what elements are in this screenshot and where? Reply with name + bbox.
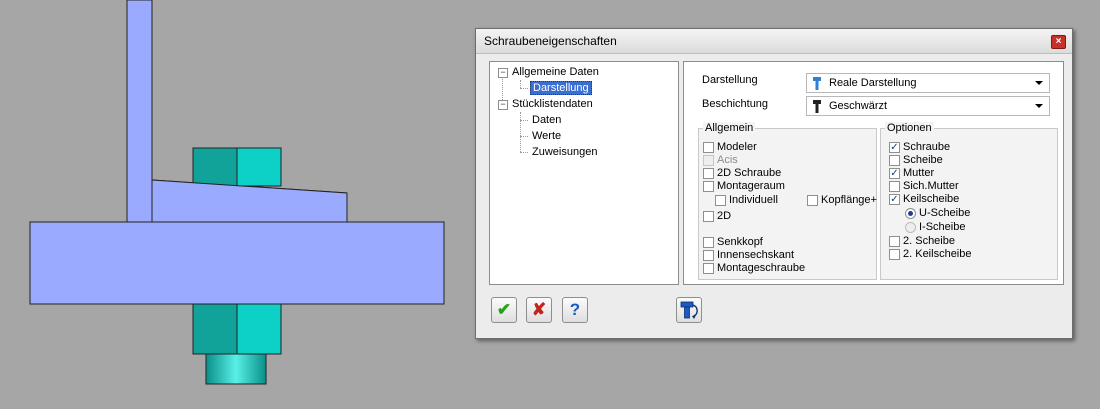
checkbox-box: [889, 249, 900, 260]
checkbox-box: [703, 237, 714, 248]
checkbox-label: Sich.Mutter: [903, 180, 959, 192]
bolt-blue-icon: [813, 77, 821, 90]
tree-item-label: Allgemeine Daten: [512, 66, 599, 78]
checkbox-checked: ✓: [889, 168, 900, 179]
optionen-group: Optionen ✓ Schraube Scheibe ✓ Mutter Sic…: [880, 122, 1058, 280]
tree-item-werte[interactable]: Werte: [532, 129, 561, 143]
lower-nut-right: [236, 303, 282, 355]
beschichtung-label: Beschichtung: [702, 98, 769, 110]
checkbox-label: Kopflänge+: [821, 194, 877, 206]
cad-drawing: [29, 0, 445, 385]
close-button[interactable]: ×: [1051, 35, 1066, 49]
tree-item-label: Darstellung: [530, 81, 592, 95]
cancel-button[interactable]: ✘: [526, 297, 552, 323]
tree-line: [520, 112, 521, 152]
tree-line: [520, 120, 528, 121]
help-icon: ?: [569, 300, 581, 319]
chevron-down-icon: [1035, 104, 1043, 108]
dialog-title: Schraubeneigenschaften: [484, 34, 617, 48]
chevron-down-icon: [1035, 81, 1043, 85]
base-plate: [29, 221, 445, 305]
checkmark-icon: ✔: [496, 300, 512, 319]
checkbox-label: 2D Schraube: [717, 167, 782, 179]
upper-nut-left: [192, 147, 238, 187]
checkbox-box: [703, 142, 714, 153]
tree-item-daten[interactable]: Daten: [532, 113, 561, 127]
checkbox-label: 2D: [717, 210, 732, 222]
checkbox-label: Scheibe: [903, 154, 943, 166]
radio-box: [905, 222, 916, 233]
ok-button[interactable]: ✔: [491, 297, 517, 323]
checkbox-box: [807, 195, 818, 206]
checkbox-box: [703, 168, 714, 179]
beschichtung-value: Geschwärzt: [829, 100, 888, 112]
checkbox-label: Individuell: [729, 194, 778, 206]
checkbox-checked: ✓: [889, 194, 900, 205]
checkbox-box: [703, 155, 714, 166]
tree-item-zuweisungen[interactable]: Zuweisungen: [532, 145, 597, 159]
tree-line: [520, 88, 528, 89]
darstellung-label: Darstellung: [702, 74, 758, 86]
cross-icon: ✘: [531, 300, 547, 319]
checkbox-box: [703, 181, 714, 192]
checkbox-label: Senkkopf: [717, 236, 763, 248]
radio-selected: [905, 208, 916, 219]
darstellung-combo[interactable]: Reale Darstellung: [806, 73, 1050, 93]
beschichtung-combo[interactable]: Geschwärzt: [806, 96, 1050, 116]
tree-line: [520, 152, 528, 153]
help-button[interactable]: ?: [562, 297, 588, 323]
tree-line: [520, 80, 521, 88]
properties-panel: Darstellung Reale Darstellung Beschichtu…: [683, 61, 1064, 285]
group-title: Allgemein: [703, 122, 756, 134]
checkbox-label: 2. Keilscheibe: [903, 248, 972, 260]
group-title: Optionen: [885, 122, 934, 134]
checkbox-box: [715, 195, 726, 206]
checkbox-label: Montageschraube: [717, 262, 806, 274]
tree-item-label: Daten: [532, 114, 562, 126]
checkbox-checked: ✓: [889, 142, 900, 153]
navigation-tree: − Allgemeine Daten Darstellung − Stückli…: [489, 61, 679, 285]
tree-item-label: Werte: [532, 130, 562, 142]
lower-nut-left: [192, 303, 238, 355]
tree-item-stuecklistendaten[interactable]: Stücklistendaten: [512, 97, 593, 111]
tree-line: [520, 136, 528, 137]
bolt-refresh-icon: [680, 301, 698, 319]
checkbox-box: [703, 263, 714, 274]
bolt-end: [205, 353, 267, 385]
radio-label: U-Scheibe: [919, 207, 971, 219]
checkbox-label: Innensechskant: [717, 249, 795, 261]
checkbox-box: [703, 250, 714, 261]
wedge-washer: [151, 179, 348, 223]
checkbox-label: Keilscheibe: [903, 193, 960, 205]
radio-label: I-Scheibe: [919, 221, 966, 233]
checkbox-label: Montageraum: [717, 180, 785, 192]
bolt-update-button[interactable]: [676, 297, 702, 323]
checkbox-box: [889, 181, 900, 192]
darstellung-value: Reale Darstellung: [829, 77, 917, 89]
checkbox-label: Mutter: [903, 167, 935, 179]
tree-item-allgemeine-daten[interactable]: Allgemeine Daten: [512, 65, 599, 79]
checkbox-box: [889, 155, 900, 166]
tree-item-label: Zuweisungen: [532, 146, 598, 158]
tree-item-darstellung[interactable]: Darstellung: [530, 81, 592, 95]
tree-item-label: Stücklistendaten: [512, 98, 593, 110]
checkbox-label: Modeler: [717, 141, 757, 153]
allgemein-group: Allgemein Modeler Acis 2D Schraube Monta…: [698, 122, 877, 280]
checkbox-box: [889, 236, 900, 247]
collapse-icon[interactable]: −: [498, 68, 508, 78]
checkbox-label: 2. Scheibe: [903, 235, 955, 247]
collapse-icon[interactable]: −: [498, 100, 508, 110]
checkbox-label: Schraube: [903, 141, 951, 153]
upper-nut-right: [236, 147, 282, 187]
bolt-properties-dialog: Schraubeneigenschaften × − Allgemeine Da…: [475, 28, 1073, 339]
checkbox-box: [703, 211, 714, 222]
bolt-black-icon: [813, 100, 821, 113]
dialog-titlebar[interactable]: Schraubeneigenschaften ×: [476, 29, 1072, 54]
checkbox-label: Acis: [717, 154, 738, 166]
